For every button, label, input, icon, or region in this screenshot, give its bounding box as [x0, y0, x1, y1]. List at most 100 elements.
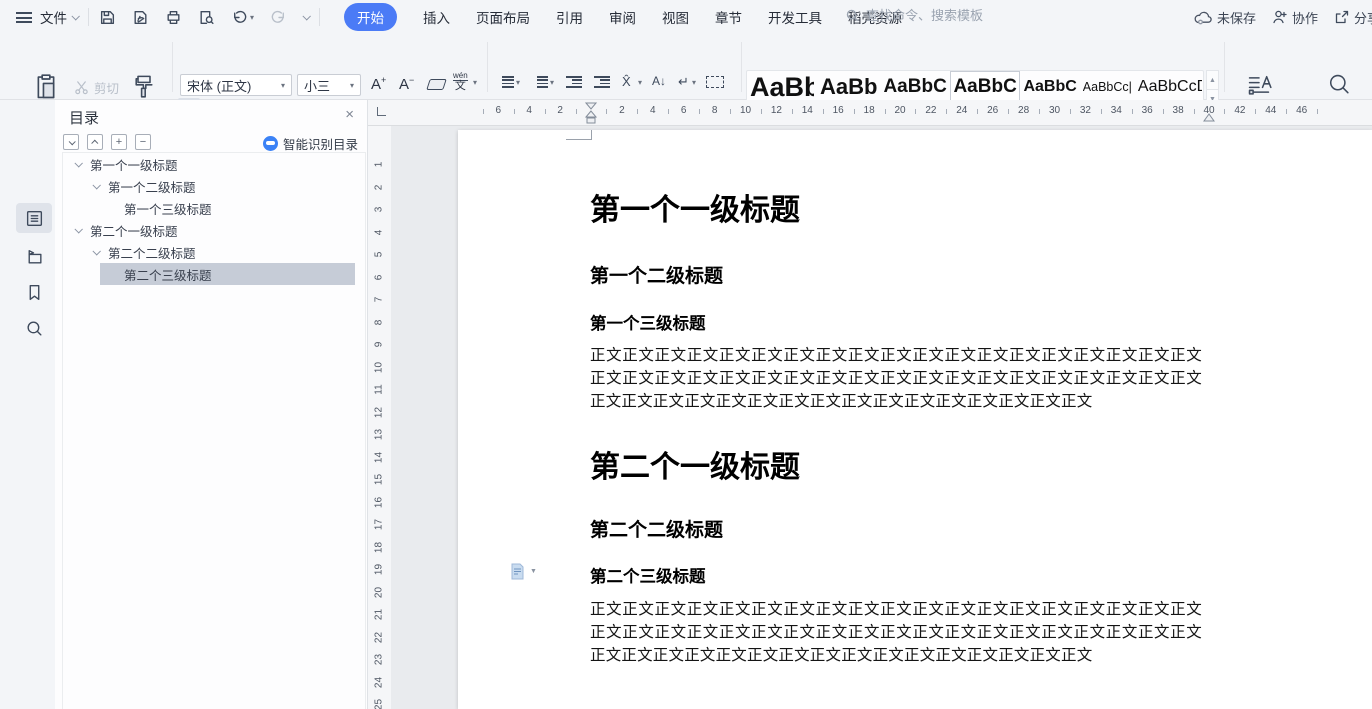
ribbon-tab[interactable]: 页面布局	[476, 7, 530, 27]
clear-format-icon[interactable]	[426, 79, 447, 90]
print-button[interactable]	[165, 9, 182, 26]
toc-tree-item[interactable]: 第二个二级标题	[63, 241, 365, 263]
file-menu-button[interactable]: 文件	[40, 7, 78, 27]
toc-tree-item[interactable]: 第一个三级标题	[63, 197, 365, 219]
ruler-number: 12	[374, 401, 385, 423]
chevron-down-icon[interactable]	[74, 159, 82, 167]
numbered-list-icon[interactable]	[532, 76, 548, 88]
heading-1[interactable]: 第二个一级标题	[590, 451, 1202, 486]
indent-markers[interactable]	[585, 101, 597, 125]
text-tool-icon[interactable]: X̂	[622, 74, 631, 89]
ribbon-tab[interactable]: 章节	[715, 7, 742, 27]
wps-writer-window: 文件 ▾ 开始插入页面布局引用审阅视图章节开发工具稻壳资源 未保存	[0, 0, 1372, 709]
body-paragraph[interactable]: 正文正文正文正文正文正文正文正文正文正文正文正文正文正文正文正文正文正文正文正文…	[590, 344, 1202, 413]
toc-expand-down-button[interactable]	[63, 134, 79, 150]
char-scale-icon[interactable]	[706, 76, 724, 88]
decrease-indent-icon[interactable]	[566, 76, 582, 88]
heading-collapse-widget[interactable]: ▼	[510, 563, 537, 580]
ribbon-tab[interactable]: 插入	[423, 7, 450, 27]
ruler-number: 12	[771, 105, 782, 116]
ribbon-tab[interactable]: 开始	[344, 3, 397, 31]
collaborate-icon	[1272, 9, 1288, 25]
search-pane-button[interactable]	[16, 313, 52, 343]
heading-3[interactable]: 第二个三级标题	[590, 563, 1202, 587]
tab-selector-icon[interactable]	[377, 107, 386, 116]
toc-tree-item[interactable]: 第二个三级标题	[63, 263, 365, 285]
chevron-down-icon[interactable]	[92, 247, 100, 255]
ruler-number: 17	[374, 514, 385, 536]
ruler-number: 34	[1111, 105, 1122, 116]
ruler-tick	[1224, 109, 1225, 114]
cut-button[interactable]: 剪切	[74, 78, 119, 97]
vertical-ruler[interactable]: 1234567891011121314151617181920212223242…	[368, 126, 391, 709]
save-button[interactable]	[99, 9, 116, 26]
ribbon-tab[interactable]: 视图	[662, 7, 689, 27]
toc-tree-item[interactable]: 第一个一级标题	[63, 153, 365, 175]
increase-indent-icon[interactable]	[594, 76, 610, 88]
ruler-number: 23	[374, 649, 385, 671]
wrap-mark-icon[interactable]: ↵	[678, 74, 689, 90]
ruler-number: 6	[681, 105, 687, 116]
ribbon-tab[interactable]: 审阅	[609, 7, 636, 27]
toc-tree-item[interactable]: 第一个二级标题	[63, 175, 365, 197]
ruler-number: 8	[374, 311, 385, 333]
decrease-font-button[interactable]: A−	[399, 75, 414, 93]
pinyin-guide-button[interactable]: wén 文	[453, 72, 468, 92]
export-pdf-button[interactable]	[132, 9, 149, 26]
find-replace-icon	[1326, 72, 1352, 98]
ribbon: 粘贴 ▾ 剪切 复制 格式刷 宋体 (正文)▾ 小三▾ A+ A− wén 文 …	[0, 34, 1372, 100]
main-menu-icon[interactable]	[16, 12, 32, 23]
ruler-number: 15	[374, 469, 385, 491]
heading-2[interactable]: 第二个二级标题	[590, 515, 1202, 542]
chevron-down-icon: ▾	[692, 78, 696, 87]
command-search[interactable]	[845, 8, 1026, 23]
ruler-number: 18	[864, 105, 875, 116]
style-preview: AaBbCcDd	[1138, 75, 1202, 103]
annotation-pane-button[interactable]	[16, 241, 52, 271]
font-size-select[interactable]: 小三▾	[297, 74, 361, 96]
toc-panel-title: 目录	[69, 107, 99, 128]
toc-collapse-all-button[interactable]: −	[135, 134, 151, 150]
ruler-tick	[545, 109, 546, 114]
heading-3[interactable]: 第一个三级标题	[590, 310, 1202, 334]
heading-1[interactable]: 第一个一级标题	[590, 194, 1202, 229]
document-page[interactable]: 第一个一级标题 第一个二级标题 第一个三级标题 正文正文正文正文正文正文正文正文…	[458, 130, 1372, 709]
redo-button[interactable]	[270, 9, 287, 26]
sort-icon[interactable]: A↓	[652, 74, 666, 88]
ribbon-tab[interactable]: 开发工具	[768, 7, 822, 27]
ruler-number: 24	[374, 671, 385, 693]
collapse-toolbar-icon[interactable]	[302, 12, 310, 20]
ruler-number: 20	[374, 581, 385, 603]
search-input[interactable]	[866, 8, 1026, 23]
font-name-select[interactable]: 宋体 (正文)▾	[180, 74, 292, 96]
ruler-tick	[1101, 109, 1102, 114]
toc-item-label: 第一个二级标题	[108, 177, 196, 196]
increase-font-button[interactable]: A+	[371, 75, 386, 93]
ruler-tick	[854, 109, 855, 114]
ruler-tick	[1008, 109, 1009, 114]
margin-corner-mark	[566, 130, 592, 140]
ribbon-tab[interactable]: 引用	[556, 7, 583, 27]
chevron-down-icon[interactable]	[74, 225, 82, 233]
heading-2[interactable]: 第一个二级标题	[590, 261, 1202, 288]
undo-button[interactable]: ▾	[231, 9, 254, 26]
bullet-list-icon[interactable]	[498, 76, 514, 88]
close-icon[interactable]: ×	[345, 106, 354, 123]
share-button[interactable]: 分享	[1334, 8, 1372, 27]
body-paragraph[interactable]: 正文正文正文正文正文正文正文正文正文正文正文正文正文正文正文正文正文正文正文正文…	[590, 598, 1202, 667]
horizontal-ruler[interactable]: 6422468101214161820222426283032343638404…	[368, 100, 1372, 126]
print-preview-button[interactable]	[198, 9, 215, 26]
chevron-down-icon[interactable]	[92, 181, 100, 189]
save-status[interactable]: 未保存	[1194, 8, 1256, 27]
ruler-number: 4	[374, 221, 385, 243]
collaborate-button[interactable]: 协作	[1272, 8, 1318, 27]
ruler-number: 46	[1296, 105, 1307, 116]
toc-tree-item[interactable]: 第二个一级标题	[63, 219, 365, 241]
toc-expand-all-button[interactable]: +	[111, 134, 127, 150]
smart-recognize-button[interactable]: 智能识别目录	[263, 134, 358, 153]
ruler-number: 26	[987, 105, 998, 116]
toc-collapse-up-button[interactable]	[87, 134, 103, 150]
bookmark-pane-button[interactable]	[16, 277, 52, 307]
gallery-scroll-up[interactable]: ▲	[1206, 70, 1219, 90]
outline-pane-button[interactable]	[16, 203, 52, 233]
